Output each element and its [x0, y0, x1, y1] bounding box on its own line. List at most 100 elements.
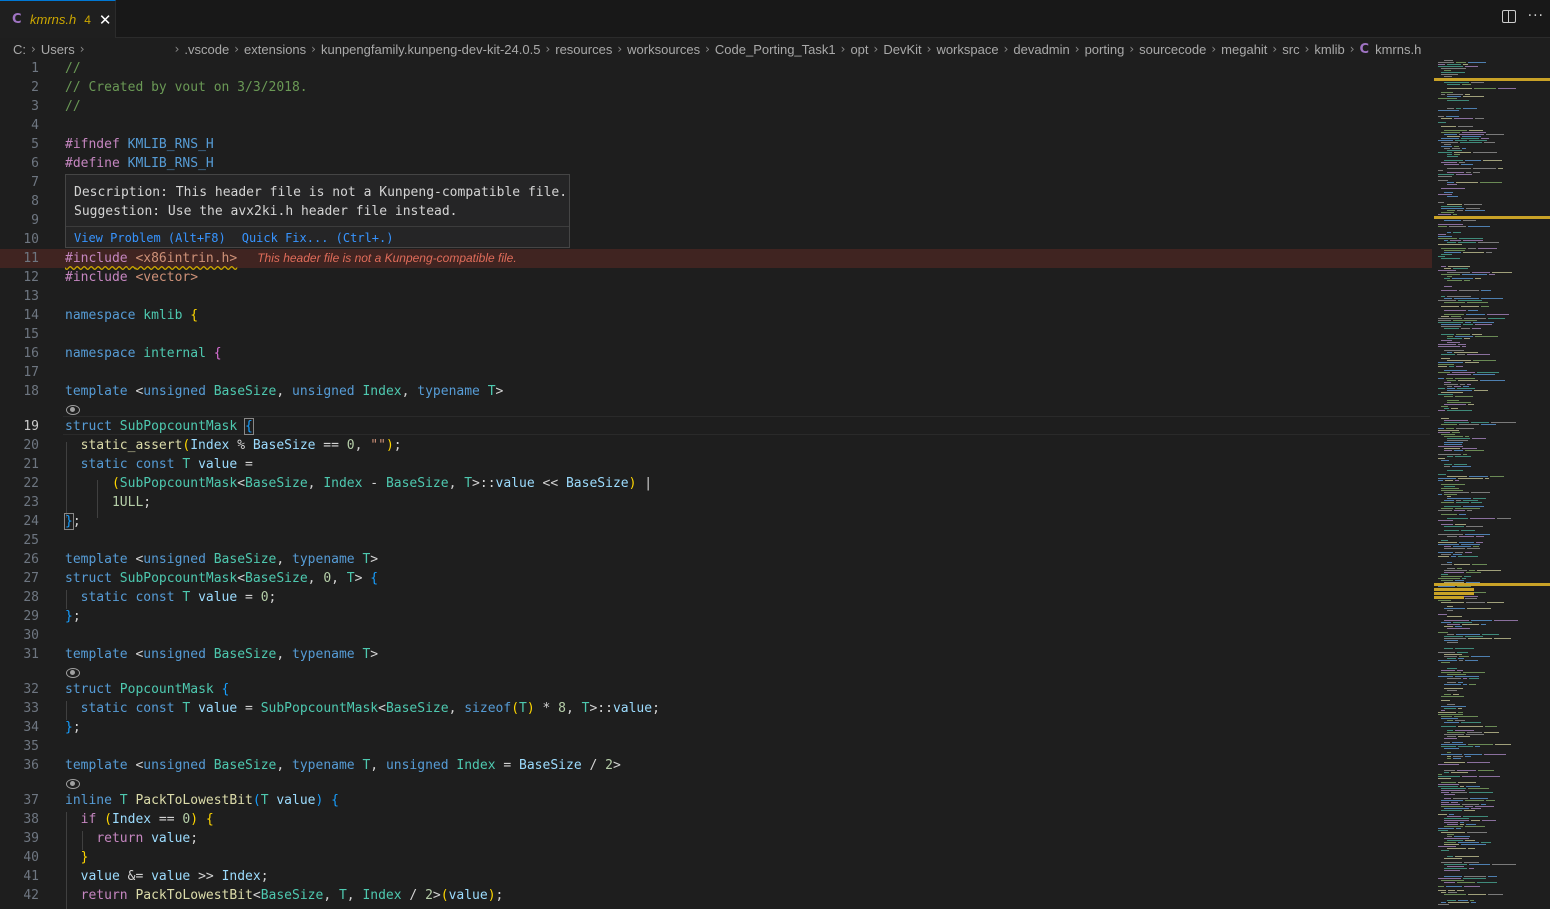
quick-fix-link[interactable]: Quick Fix... (Ctrl+.): [242, 231, 394, 245]
tab-kmrns-h[interactable]: C kmrns.h 4 ✕: [0, 0, 116, 38]
eye-icon[interactable]: [66, 405, 80, 415]
minimap-line: [1438, 478, 1456, 479]
minimap-line: [1464, 886, 1480, 887]
minimap[interactable]: [1432, 58, 1550, 909]
minimap-line: [1453, 320, 1477, 321]
minimap-line: [1470, 798, 1488, 799]
breadcrumb-item[interactable]: kmlib: [1314, 42, 1344, 57]
code-line: 6 #define KMLIB_RNS_H: [31, 156, 214, 171]
minimap-line: [1438, 578, 1460, 579]
minimap-line: [1447, 360, 1471, 361]
minimap-line: [1444, 868, 1467, 869]
minimap-line: [1447, 402, 1471, 403]
breadcrumb-item[interactable]: .vscode: [184, 42, 229, 57]
minimap-line: [1438, 520, 1453, 521]
split-editor-icon[interactable]: [1501, 10, 1516, 23]
minimap-line: [1458, 242, 1476, 243]
minimap-line: [1457, 652, 1468, 653]
minimap-line: [1438, 256, 1445, 257]
breadcrumb-item[interactable]: resources: [555, 42, 612, 57]
minimap-line: [1441, 700, 1450, 701]
minimap-line: [1438, 224, 1463, 225]
minimap-line: [1438, 542, 1457, 543]
breadcrumb-item[interactable]: DevKit: [883, 42, 921, 57]
chevron-right-icon: ›: [545, 42, 551, 56]
minimap-line: [1455, 378, 1475, 379]
minimap-line: [1444, 464, 1452, 465]
minimap-line: [1461, 844, 1486, 845]
minimap-line: [1438, 122, 1446, 123]
code-line: 21 static const T value =: [23, 457, 253, 472]
breadcrumb-item[interactable]: workspace: [936, 42, 998, 57]
breadcrumb-item[interactable]: opt: [850, 42, 868, 57]
minimap-line: [1495, 744, 1511, 745]
breadcrumb-item[interactable]: porting: [1085, 42, 1125, 57]
minimap-line: [1444, 826, 1463, 827]
eye-icon[interactable]: [66, 668, 80, 678]
minimap-line: [1441, 710, 1445, 711]
minimap-line: [1444, 722, 1459, 723]
breadcrumb-item[interactable]: Users: [41, 42, 75, 57]
minimap-line: [1444, 286, 1452, 287]
minimap-line: [1463, 816, 1488, 817]
minimap-line: [1465, 660, 1478, 661]
breadcrumb-item[interactable]: megahit: [1221, 42, 1267, 57]
minimap-line: [1444, 134, 1457, 135]
minimap-line: [1447, 900, 1456, 901]
code-line: 42 return PackToLowestBit<BaseSize, T, I…: [23, 888, 504, 903]
view-problem-link[interactable]: View Problem (Alt+F8): [74, 231, 226, 245]
breadcrumb-item[interactable]: src: [1282, 42, 1299, 57]
minimap-line: [1438, 786, 1458, 787]
minimap-line: [1447, 834, 1454, 835]
more-actions-icon[interactable]: ···: [1528, 9, 1544, 23]
minimap-line: [1466, 526, 1483, 527]
breadcrumb-item[interactable]: sourcecode: [1139, 42, 1206, 57]
close-icon[interactable]: ✕: [99, 11, 112, 29]
minimap-line: [1454, 386, 1461, 387]
minimap-line: [1444, 314, 1464, 315]
minimap-line: [1456, 182, 1478, 183]
inline-error-message: This header file is not a Kunpeng-compat…: [257, 251, 517, 265]
breadcrumb-item[interactable]: extensions: [244, 42, 306, 57]
eye-icon[interactable]: [66, 779, 80, 789]
breadcrumb-item[interactable]: C:: [13, 42, 26, 57]
minimap-line: [1484, 732, 1499, 733]
minimap-line: [1438, 676, 1453, 677]
minimap-line: [1438, 226, 1447, 227]
minimap-line: [1468, 404, 1474, 405]
minimap-line: [1444, 192, 1453, 193]
minimap-line: [1455, 336, 1473, 337]
minimap-line: [1451, 802, 1458, 803]
minimap-line: [1447, 732, 1465, 733]
minimap-line: [1459, 162, 1465, 163]
breadcrumb-item[interactable]: devadmin: [1013, 42, 1069, 57]
minimap-line: [1444, 486, 1455, 487]
breadcrumb-file[interactable]: kmrns.h: [1375, 42, 1421, 57]
breadcrumb-item[interactable]: Code_Porting_Task1: [715, 42, 836, 57]
minimap-line: [1441, 434, 1455, 435]
minimap-line: [1469, 684, 1476, 685]
minimap-line: [1485, 726, 1497, 727]
minimap-line: [1453, 756, 1463, 757]
breadcrumb-item[interactable]: worksources: [627, 42, 700, 57]
minimap-line: [1446, 886, 1462, 887]
minimap-line: [1471, 808, 1481, 809]
minimap-line: [1438, 364, 1454, 365]
minimap-line: [1456, 62, 1466, 63]
breadcrumb-item[interactable]: kunpengfamily.kunpeng-dev-kit-24.0.5: [321, 42, 540, 57]
minimap-line: [1447, 64, 1461, 65]
minimap-line: [1471, 620, 1492, 621]
minimap-line: [1487, 602, 1504, 603]
code-editor[interactable]: 1// 2// Created by vout on 3/3/2018. 3//…: [0, 58, 1432, 909]
minimap-line: [1473, 374, 1495, 375]
minimap-line: [1478, 770, 1494, 771]
minimap-line: [1447, 338, 1462, 339]
minimap-line: [1458, 708, 1462, 709]
minimap-line: [1462, 448, 1477, 449]
minimap-line: [1453, 798, 1468, 799]
minimap-line: [1444, 494, 1457, 495]
code-line: 37 inline T PackToLowestBit(T value) {: [23, 793, 339, 808]
breadcrumb: C: › Users › › .vscode › extensions › kunpen…: [0, 38, 1440, 60]
minimap-line: [1490, 476, 1504, 477]
minimap-line: [1448, 890, 1455, 891]
